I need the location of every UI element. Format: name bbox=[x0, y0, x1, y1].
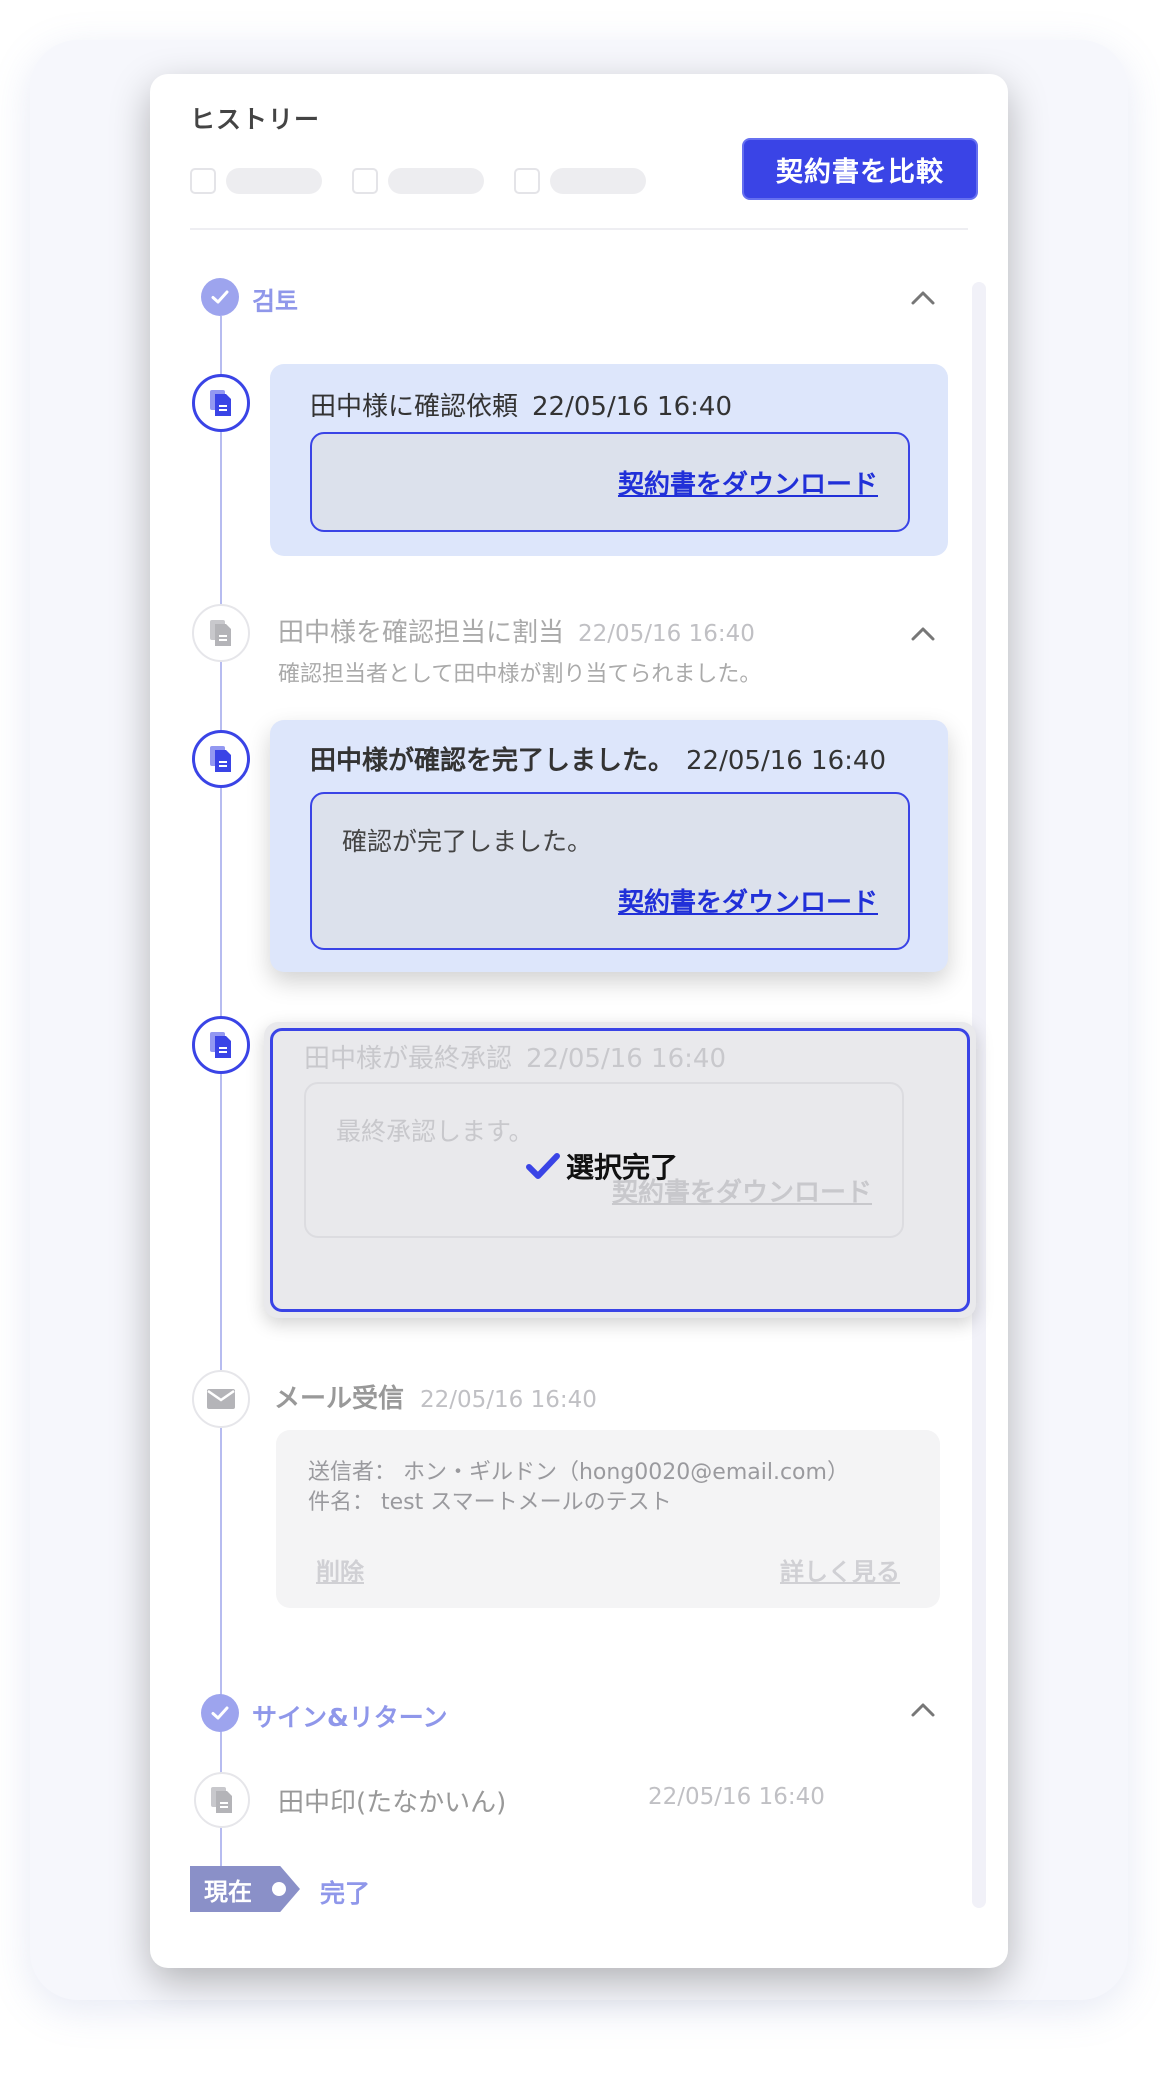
event-message: 確認が完了しました。 bbox=[342, 827, 593, 856]
selection-complete-text: 選択完了 bbox=[566, 1151, 679, 1184]
mail-details-box: 送信者： ホン・ギルドン（hong0020@email.com） 件名： tes… bbox=[276, 1430, 940, 1608]
event-title: メール受信 bbox=[274, 1384, 405, 1414]
filter-checkbox-2[interactable] bbox=[352, 168, 378, 194]
document-node-icon bbox=[192, 374, 250, 432]
event-card-final-approval-selected[interactable]: 田中様が最終承認 22/05/16 16:40 最終承認します。 契約書をダウンロ… bbox=[264, 1022, 976, 1318]
mail-sender: 送信者： ホン・ギルドン（hong0020@email.com） bbox=[308, 1460, 849, 1485]
event-title: 田中印(たなかいん) bbox=[278, 1788, 507, 1818]
document-node-icon bbox=[194, 1772, 250, 1828]
event-card-request: 田中様に確認依頼 22/05/16 16:40 契約書をダウンロード bbox=[270, 364, 948, 556]
filter-placeholder-3 bbox=[550, 168, 646, 194]
event-title: 田中様に確認依頼 bbox=[310, 392, 519, 422]
download-box: 契約書をダウンロード bbox=[310, 432, 910, 532]
status-complete: 完了 bbox=[320, 1879, 371, 1908]
current-status-tag: 現在 bbox=[190, 1866, 300, 1912]
compare-contracts-button[interactable]: 契約書を比較 bbox=[742, 138, 978, 200]
download-contract-link[interactable]: 契約書をダウンロード bbox=[618, 464, 878, 501]
filter-placeholder-1 bbox=[226, 168, 322, 194]
mail-node-icon bbox=[192, 1370, 250, 1428]
current-label: 現在 bbox=[204, 1877, 252, 1906]
chevron-up-icon[interactable] bbox=[910, 626, 936, 642]
event-time: 22/05/16 16:40 bbox=[648, 1784, 825, 1810]
timeline-line bbox=[220, 316, 222, 1896]
filter-placeholder-2 bbox=[388, 168, 484, 194]
filter-checkbox-1[interactable] bbox=[190, 168, 216, 194]
section-check-icon bbox=[201, 1694, 239, 1732]
document-node-icon bbox=[192, 604, 250, 662]
document-node-icon bbox=[192, 730, 250, 788]
section-title-review: 검토 bbox=[252, 287, 299, 316]
tag-dot bbox=[272, 1882, 286, 1896]
section-check-icon bbox=[201, 278, 239, 316]
filter-group bbox=[190, 168, 646, 194]
document-node-icon bbox=[192, 1016, 250, 1074]
mail-subject: 件名： test スマートメールのテスト bbox=[308, 1490, 672, 1515]
header-divider bbox=[190, 228, 968, 230]
message-box: 確認が完了しました。 契約書をダウンロード bbox=[310, 792, 910, 950]
history-panel: ヒストリー 契約書を比較 검토 田中様に確認依頼 22/05/16 16:40 契… bbox=[150, 74, 1008, 1968]
filter-checkbox-3[interactable] bbox=[514, 168, 540, 194]
event-time: 22/05/16 16:40 bbox=[578, 621, 755, 647]
download-contract-link[interactable]: 契約書をダウンロード bbox=[618, 882, 878, 919]
event-time: 22/05/16 16:40 bbox=[686, 746, 886, 776]
chevron-up-icon[interactable] bbox=[910, 290, 936, 306]
event-time: 22/05/16 16:40 bbox=[532, 392, 732, 422]
section-title-sign-return: サイン&リターン bbox=[252, 1703, 448, 1732]
selection-complete-label: 選択完了 bbox=[526, 1146, 678, 1186]
checkmark-icon bbox=[526, 1153, 560, 1179]
event-title: 田中様を確認担当に割当 bbox=[278, 618, 565, 648]
panel-title: ヒストリー bbox=[190, 105, 321, 134]
see-details-link[interactable]: 詳しく見る bbox=[780, 1552, 900, 1587]
delete-link[interactable]: 削除 bbox=[316, 1552, 364, 1587]
event-title: 田中様が確認を完了しました。 bbox=[310, 746, 675, 776]
event-time: 22/05/16 16:40 bbox=[420, 1387, 597, 1413]
event-description: 確認担当者として田中様が割り当てられました。 bbox=[278, 662, 762, 687]
event-card-review-complete: 田中様が確認を完了しました。 22/05/16 16:40 確認が完了しました。 … bbox=[270, 720, 948, 972]
chevron-up-icon[interactable] bbox=[910, 1702, 936, 1718]
